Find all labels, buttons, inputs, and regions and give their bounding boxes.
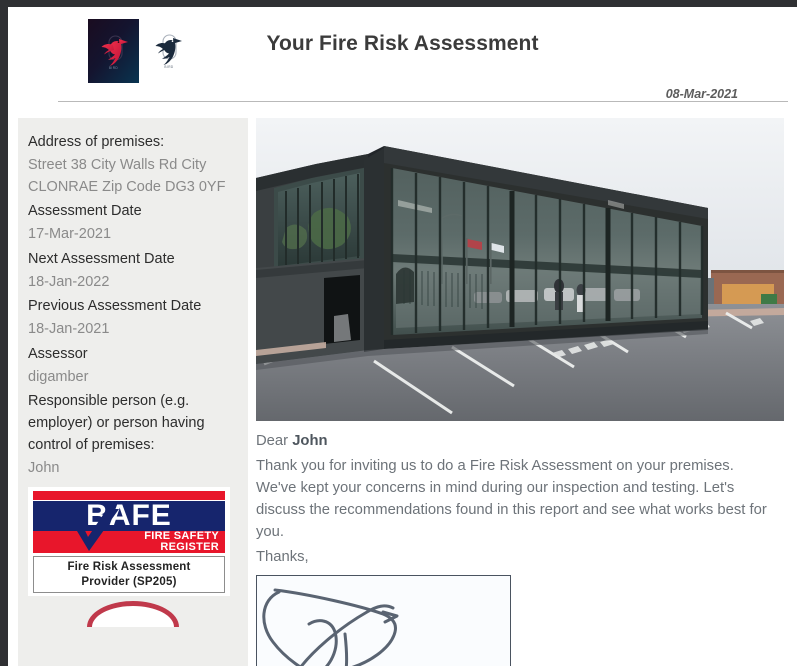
field-value-assessment-date: 17-Mar-2021 — [28, 226, 112, 242]
signature-icon — [262, 588, 399, 666]
main-content: Dear John Thank you for inviting us to d… — [256, 118, 788, 666]
bafe-provider-line2: Provider (SP205) — [81, 575, 177, 588]
field-label-address: Address of premises: — [28, 134, 165, 150]
salutation: Dear John — [256, 431, 776, 453]
document-body: Address of premises: Street 38 City Wall… — [8, 118, 797, 666]
browser-top-bar — [0, 0, 797, 7]
letter-text: Dear John Thank you for inviting us to d… — [256, 431, 776, 569]
bafe-provider-caption: Fire Risk Assessment Provider (SP205) — [33, 556, 225, 593]
bafe-provider-line1: Fire Risk Assessment — [67, 561, 191, 574]
details-sidebar: Address of premises: Street 38 City Wall… — [18, 118, 248, 666]
field-value-responsible-person: John — [28, 459, 60, 476]
browser-left-bar — [0, 0, 8, 666]
logo-light-caption: BIRD — [164, 65, 174, 69]
logo-dark-caption: BIRD — [109, 66, 119, 70]
letter-closing: Thanks, — [256, 549, 309, 566]
field-label-previous-assessment-date: Previous Assessment Date — [28, 298, 202, 315]
premises-photo — [256, 118, 784, 421]
field-label-assessor: Assessor — [28, 345, 88, 362]
field-value-address: Street 38 City Walls Rd City CLONRAE Zip… — [28, 156, 226, 195]
bafe-logo-body: BAFE FIRE SAFETY REGISTER — [33, 499, 225, 554]
bafe-checkmark-icon — [65, 509, 119, 552]
partial-logo-arc — [87, 601, 179, 627]
bafe-accreditation-logo: BAFE FIRE SAFETY REGISTER Fire Risk Asse… — [28, 487, 230, 596]
document-date: 08-Mar-2021 — [665, 87, 738, 101]
partial-accreditation-logo — [87, 601, 179, 627]
field-value-assessor: digamber — [28, 368, 89, 385]
bafe-red-caption: FIRE SAFETY REGISTER — [144, 531, 219, 553]
document-header: BIRD BIRD Your Fire Risk Assessment 08-M… — [8, 7, 797, 102]
letter-paragraph: Thank you for inviting us to do a Fire R… — [256, 457, 767, 540]
bafe-red-caption-line2: REGISTER — [160, 541, 219, 554]
field-value-next-assessment-date: 18-Jan-2022 — [28, 273, 110, 290]
signature-box[interactable] — [256, 575, 511, 666]
header-divider — [58, 101, 788, 102]
salutation-name: John — [292, 433, 328, 449]
document-page: BIRD BIRD Your Fire Risk Assessment 08-M… — [8, 7, 797, 666]
field-label-assessment-date: Assessment Date — [28, 203, 142, 220]
salutation-prefix: Dear — [256, 433, 293, 449]
field-value-previous-assessment-date: 18-Jan-2021 — [28, 321, 110, 337]
page-title: Your Fire Risk Assessment — [266, 32, 539, 55]
field-label-next-assessment-date: Next Assessment Date — [28, 250, 175, 267]
bafe-wordmark: BAFE — [86, 499, 172, 533]
field-label-responsible-person: Responsible person (e.g. employer) or pe… — [28, 393, 205, 453]
